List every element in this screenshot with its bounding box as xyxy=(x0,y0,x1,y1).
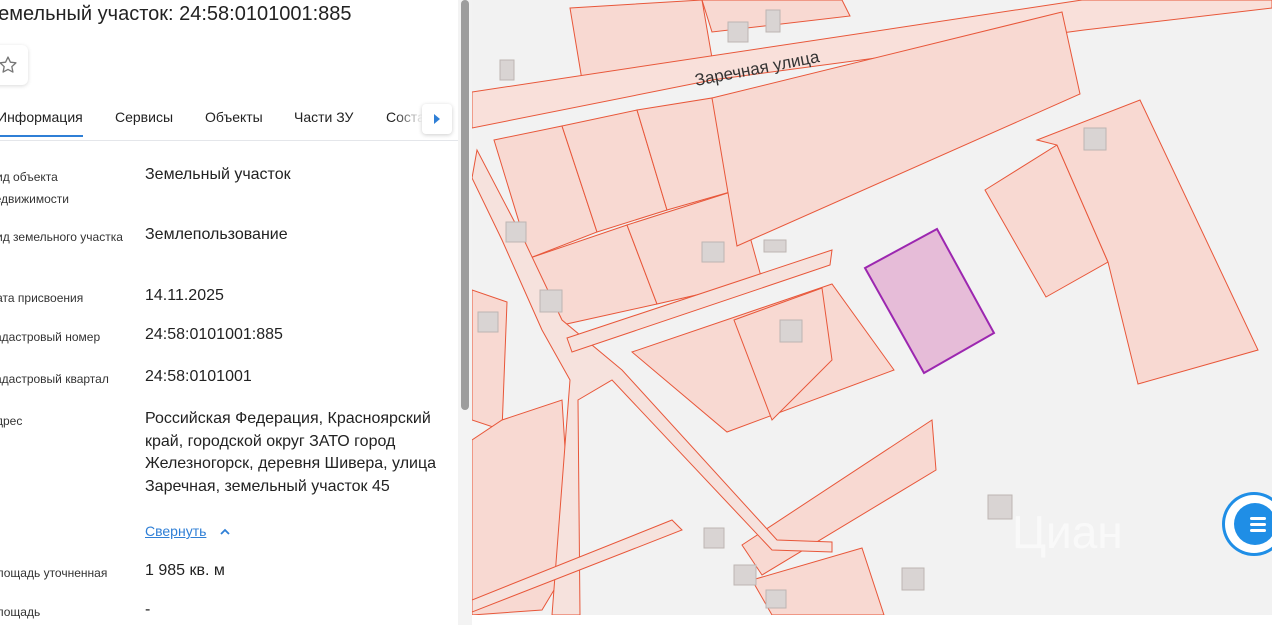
favorite-button[interactable] xyxy=(0,45,28,85)
tab-info[interactable]: Информация xyxy=(0,109,83,137)
building xyxy=(901,567,925,591)
cadastral-map[interactable]: Заречная улица Циан xyxy=(472,0,1272,615)
label-address: Адрес xyxy=(0,414,23,428)
building xyxy=(779,319,803,343)
label-date-assigned: Дата присвоения xyxy=(0,291,84,305)
building xyxy=(763,239,787,253)
tabs-scroll-button[interactable] xyxy=(422,104,452,134)
label-area: Площадь xyxy=(0,605,41,619)
value-date-assigned: 14.11.2025 xyxy=(145,287,224,304)
building xyxy=(1083,127,1107,151)
value-cadastral-number: 24:58:0101001:885 xyxy=(145,326,283,343)
value-area-specified: 1 985 кв. м xyxy=(145,562,225,579)
value-cadastral-quarter: 24:58:0101001 xyxy=(145,368,252,385)
building xyxy=(505,221,527,243)
building xyxy=(703,527,725,549)
tabs-fade xyxy=(395,104,423,134)
land-parcel xyxy=(741,419,937,576)
chevron-right-icon xyxy=(434,114,440,124)
building xyxy=(733,564,757,586)
building xyxy=(987,494,1013,520)
building xyxy=(701,241,725,263)
label-cadastral-number: Кадастровый номер xyxy=(0,330,101,344)
tab-bar: Информация Сервисы Объекты Части ЗУ Сост… xyxy=(0,100,460,141)
value-address: Российская Федерация, Красноярский край,… xyxy=(145,410,437,495)
value-area: - xyxy=(145,601,151,618)
label-object-type: Вид объекта недвижимости xyxy=(0,170,69,206)
building xyxy=(765,9,781,33)
label-land-type: Вид земельного участка xyxy=(0,230,123,244)
collapse-link[interactable]: Свернуть xyxy=(145,523,230,539)
scrollbar-thumb[interactable] xyxy=(461,0,469,410)
collapse-label: Свернуть xyxy=(145,523,207,539)
tab-parts[interactable]: Части ЗУ xyxy=(294,109,353,125)
label-cadastral-quarter: Кадастровый квартал xyxy=(0,372,109,386)
label-area-specified: Площадь уточненная xyxy=(0,566,108,580)
chevron-up-icon xyxy=(220,528,230,535)
tab-services[interactable]: Сервисы xyxy=(115,109,173,125)
page-title: Земельный участок: 24:58:0101001:885 xyxy=(0,3,352,25)
building xyxy=(727,21,749,43)
map-canvas[interactable]: Заречная улица Циан xyxy=(472,0,1272,615)
tab-objects[interactable]: Объекты xyxy=(205,109,263,125)
chat-bubble-icon xyxy=(1234,503,1272,545)
selected-parcel xyxy=(863,227,996,375)
star-icon xyxy=(0,56,17,73)
building xyxy=(499,59,515,81)
value-land-type: Землепользование xyxy=(145,226,288,243)
map-bottom-strip xyxy=(472,615,1272,625)
land-parcel xyxy=(472,289,508,431)
value-object-type: Земельный участок xyxy=(145,166,291,183)
building xyxy=(539,289,563,313)
building xyxy=(477,311,499,333)
info-panel: Земельный участок: 24:58:0101001:885 Инф… xyxy=(0,0,472,625)
building xyxy=(765,589,787,609)
cian-watermark: Циан xyxy=(1012,506,1123,558)
